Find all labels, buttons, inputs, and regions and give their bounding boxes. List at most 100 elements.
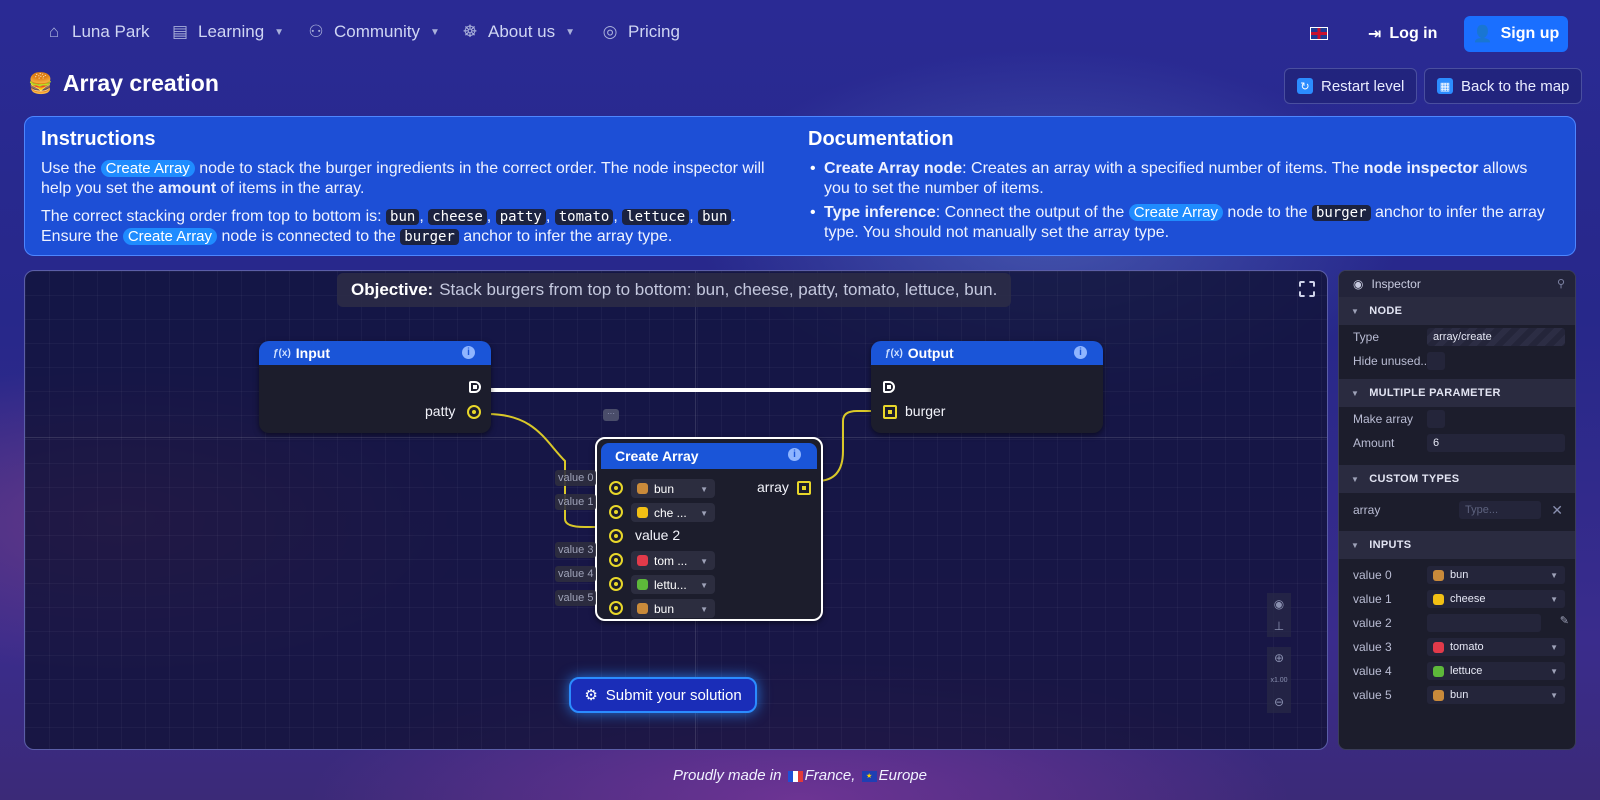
order-item: bun xyxy=(386,209,420,225)
documentation-list: Create Array node: Creates an array with… xyxy=(808,159,1548,243)
array-port-label: array xyxy=(757,479,789,495)
nav-learning[interactable]: ▤ Learning ▼ xyxy=(170,22,284,42)
login-button[interactable]: ⇥ Log in xyxy=(1368,24,1437,44)
value-port[interactable] xyxy=(609,505,623,519)
instructions-column: Instructions Use the Create Array node t… xyxy=(41,127,781,255)
select-value: che ... xyxy=(654,505,687,520)
input-node[interactable]: ƒ(x) Input i patty xyxy=(259,341,491,433)
chevron-down-icon: ▼ xyxy=(700,605,708,614)
nav-community[interactable]: ⚇ Community ▼ xyxy=(306,22,440,42)
tomato-icon xyxy=(637,555,648,566)
value-1-select[interactable]: che ... ▼ xyxy=(631,503,715,522)
text: Use the xyxy=(41,160,101,177)
value-port[interactable] xyxy=(609,577,623,591)
france-flag-icon xyxy=(787,770,803,782)
output-node-header[interactable]: ƒ(x) Output i xyxy=(871,341,1103,365)
input-select[interactable]: bun ▼ xyxy=(1427,686,1565,704)
info-icon[interactable]: i xyxy=(462,346,475,359)
burger-port[interactable] xyxy=(883,405,897,419)
input-select[interactable]: cheese ▼ xyxy=(1427,590,1565,608)
book-icon: ▤ xyxy=(171,22,189,41)
text: node to the xyxy=(1222,204,1312,221)
create-array-pill: Create Array xyxy=(1128,204,1223,221)
footer-prefix: Proudly made in xyxy=(673,767,786,784)
close-icon[interactable]: ✕ xyxy=(1551,502,1563,519)
input-select[interactable]: lettuce ▼ xyxy=(1427,662,1565,680)
edit-icon[interactable]: ✎ xyxy=(1560,614,1569,627)
create-array-node[interactable]: Create Array i array bun ▼ che ... ▼ value… xyxy=(595,437,823,621)
submit-solution-button[interactable]: ⚙ Submit your solution xyxy=(569,677,757,713)
value-4-select[interactable]: lettu... ▼ xyxy=(631,575,715,594)
input-node-title: Input xyxy=(295,345,331,361)
input-row: value 2 ✎ xyxy=(1339,611,1575,635)
exec-in-port[interactable] xyxy=(883,381,895,393)
value-port[interactable] xyxy=(609,529,623,543)
text: Create Array node xyxy=(824,160,963,177)
info-icon[interactable]: i xyxy=(788,448,801,461)
value-port[interactable] xyxy=(609,553,623,567)
zoom-in-icon[interactable]: ⊕ xyxy=(1267,647,1291,669)
burger-code: burger xyxy=(1311,205,1371,221)
array-port[interactable] xyxy=(797,481,811,495)
footer: Proudly made in France, ★ Europe xyxy=(0,767,1600,784)
value-2-label: value 2 xyxy=(635,527,681,543)
rocket-icon: ⌂ xyxy=(48,22,60,41)
value-5-select[interactable]: bun ▼ xyxy=(631,599,715,618)
create-array-header[interactable]: Create Array i xyxy=(601,443,817,469)
comment-icon[interactable]: ··· xyxy=(603,409,619,421)
chevron-down-icon: ▼ xyxy=(1351,540,1360,550)
section-custom-types[interactable]: ▼ CUSTOM TYPES xyxy=(1339,465,1575,493)
uk-flag-icon[interactable] xyxy=(1310,27,1328,40)
nav-luna-park[interactable]: ⌂ Luna Park xyxy=(44,22,150,42)
signup-button[interactable]: 👤 Sign up xyxy=(1464,16,1568,52)
back-to-map-button[interactable]: ▦ Back to the map xyxy=(1424,68,1583,104)
bun-icon xyxy=(1433,569,1444,581)
patty-port[interactable] xyxy=(467,405,481,419)
eye-icon[interactable]: ◉ xyxy=(1267,593,1291,615)
make-array-checkbox[interactable] xyxy=(1427,410,1445,428)
chevron-down-icon: ▼ xyxy=(700,557,708,566)
value-0-select[interactable]: bun ▼ xyxy=(631,479,715,498)
patty-port-label: patty xyxy=(425,403,456,419)
field-value: array/create xyxy=(1433,331,1492,343)
field-label: value 4 xyxy=(1353,664,1392,678)
value-tag: value 0 xyxy=(555,470,597,486)
nav-pricing[interactable]: ◎ Pricing xyxy=(600,22,680,42)
chevron-down-icon: ▼ xyxy=(700,485,708,494)
value-tag: value 4 xyxy=(555,566,597,582)
section-node[interactable]: ▼ NODE xyxy=(1339,297,1575,325)
amount-input[interactable]: 6 xyxy=(1427,434,1565,452)
tree-layout-icon[interactable]: ⊥ xyxy=(1267,615,1291,637)
restart-level-button[interactable]: ↻ Restart level xyxy=(1284,68,1418,104)
info-icon[interactable]: i xyxy=(1074,346,1087,359)
chevron-down-icon: ▼ xyxy=(1351,306,1360,316)
node-canvas[interactable]: Objective: Stack burgers from top to bot… xyxy=(24,270,1328,750)
chevron-down-icon: ▼ xyxy=(1351,388,1360,398)
value-port[interactable] xyxy=(609,481,623,495)
value-port[interactable] xyxy=(609,601,623,615)
section-inputs[interactable]: ▼ INPUTS xyxy=(1339,531,1575,559)
field-label: array xyxy=(1353,503,1381,517)
value-3-select[interactable]: tom ... ▼ xyxy=(631,551,715,570)
section-multiple-parameter[interactable]: ▼ MULTIPLE PARAMETER xyxy=(1339,379,1575,407)
input-select[interactable]: bun ▼ xyxy=(1427,566,1565,584)
nav-about-us[interactable]: ☸ About us ▼ xyxy=(460,22,575,42)
zoom-out-icon[interactable]: ⊖ xyxy=(1267,691,1291,713)
pin-icon[interactable]: ⚲ xyxy=(1557,277,1565,290)
custom-type-input[interactable]: Type... xyxy=(1459,501,1541,519)
output-node[interactable]: ƒ(x) Output i burger xyxy=(871,341,1103,433)
inspector-panel: ◉ Inspector ⚲ ▼ NODE Type array/create Hi… xyxy=(1338,270,1576,750)
order-item: cheese xyxy=(428,209,487,225)
text: node is connected to the xyxy=(217,228,401,245)
input-node-header[interactable]: ƒ(x) Input i xyxy=(259,341,491,365)
submit-label: Submit your solution xyxy=(605,686,742,704)
nav-label: About us xyxy=(488,22,556,41)
inspector-header: ◉ Inspector ⚲ xyxy=(1339,271,1575,297)
chevron-down-icon: ▼ xyxy=(565,26,576,38)
field-label: Amount xyxy=(1353,436,1395,450)
input-select[interactable]: tomato ▼ xyxy=(1427,638,1565,656)
section-label: NODE xyxy=(1369,305,1403,317)
input-select[interactable] xyxy=(1427,614,1541,632)
exec-out-port[interactable] xyxy=(469,381,481,393)
hide-unused-checkbox[interactable] xyxy=(1427,352,1445,370)
